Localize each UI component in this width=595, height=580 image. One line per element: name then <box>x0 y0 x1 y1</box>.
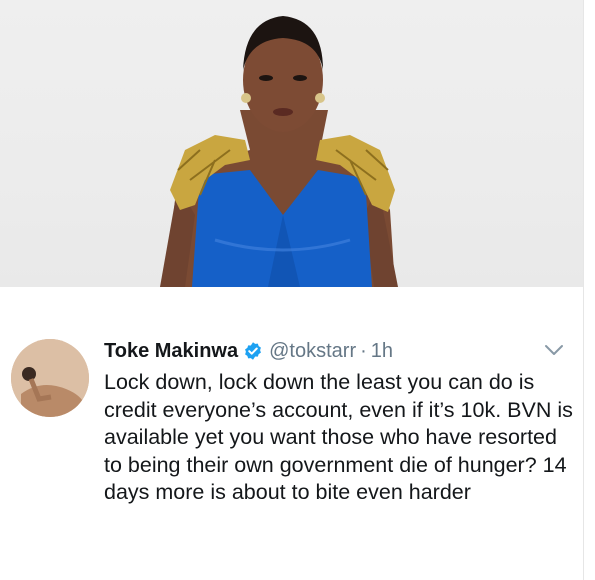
verified-badge-icon <box>243 341 263 361</box>
avatar[interactable] <box>11 339 89 417</box>
tweet-card[interactable]: Toke Makinwa @tokstarr · 1h Lock down, l… <box>0 287 583 580</box>
user-handle[interactable]: @tokstarr <box>269 340 356 363</box>
tweet-text: Lock down, lock down the least you can d… <box>104 370 573 504</box>
post-photo[interactable] <box>0 0 583 287</box>
separator-dot: · <box>360 339 367 362</box>
woman-in-blue-dress-image <box>160 16 398 287</box>
tweet-header: Toke Makinwa @tokstarr · 1h <box>104 337 393 365</box>
timestamp[interactable]: 1h <box>371 340 393 363</box>
chevron-down-icon[interactable] <box>543 342 565 358</box>
avatar-image <box>11 339 89 417</box>
display-name[interactable]: Toke Makinwa <box>104 340 238 363</box>
side-divider <box>583 0 595 580</box>
